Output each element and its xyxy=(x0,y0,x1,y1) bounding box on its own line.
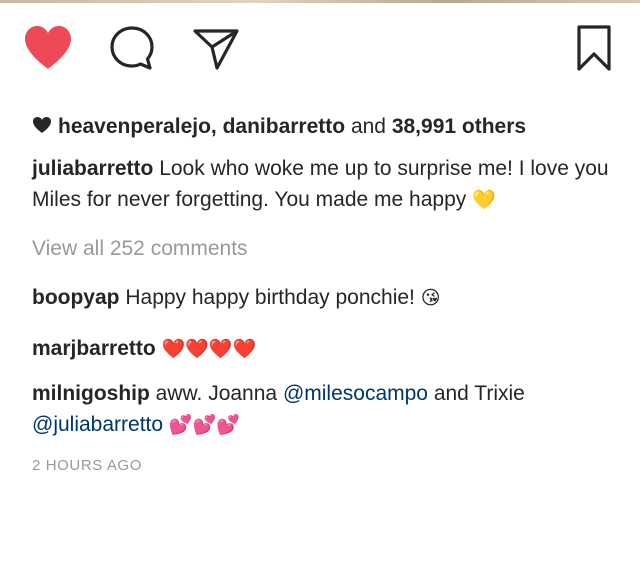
heart-filled-icon xyxy=(25,26,71,69)
post-action-bar xyxy=(0,18,640,82)
caption-username[interactable]: juliabarretto xyxy=(32,157,153,180)
share-button[interactable] xyxy=(188,18,244,78)
comment-text-before: aww. Joanna xyxy=(155,382,278,405)
comment-text-middle: and Trixie xyxy=(433,382,525,405)
comment-item: marjbarretto ❤️❤️❤️❤️ xyxy=(32,333,622,365)
likes-others-word[interactable]: others xyxy=(462,115,526,138)
post-photo-edge xyxy=(0,0,640,3)
comment-username[interactable]: milnigoship xyxy=(32,382,150,405)
liked-by-users[interactable]: heavenperalejo, danibarretto xyxy=(58,115,345,138)
heart-icon xyxy=(32,113,52,143)
comment-item: boopyap Happy happy birthday ponchie! 😘 xyxy=(32,282,622,314)
comment-text: Happy happy birthday ponchie! xyxy=(125,286,415,309)
view-all-comments-link[interactable]: View all 252 comments xyxy=(32,234,622,264)
comment-bubble-icon xyxy=(110,26,154,70)
save-button[interactable] xyxy=(566,18,622,78)
yellow-heart-emoji: 💛 xyxy=(472,190,496,211)
paper-plane-icon xyxy=(193,29,239,70)
comment-button[interactable] xyxy=(104,18,160,78)
two-hearts-emoji: 💕💕💕 xyxy=(168,415,240,436)
likes-summary[interactable]: heavenperalejo, danibarretto and 38,991 … xyxy=(32,112,622,143)
comment-item: milnigoship aww. Joanna @milesocampo and… xyxy=(32,378,622,441)
red-hearts-emoji: ❤️❤️❤️❤️ xyxy=(161,339,257,360)
kiss-face-emoji: 😘 xyxy=(420,288,441,309)
likes-and-word: and xyxy=(350,115,386,138)
post-caption: juliabarretto Look who woke me up to sur… xyxy=(32,153,622,216)
mention-link[interactable]: @juliabarretto xyxy=(32,413,163,436)
post-details: heavenperalejo, danibarretto and 38,991 … xyxy=(32,112,622,474)
mention-link[interactable]: @milesocampo xyxy=(283,382,428,405)
like-button[interactable] xyxy=(20,18,76,78)
bookmark-icon xyxy=(577,25,611,71)
post-timestamp[interactable]: 2 HOURS AGO xyxy=(32,457,622,474)
likes-count[interactable]: 38,991 xyxy=(392,115,456,138)
comment-username[interactable]: boopyap xyxy=(32,286,120,309)
comment-username[interactable]: marjbarretto xyxy=(32,337,156,360)
